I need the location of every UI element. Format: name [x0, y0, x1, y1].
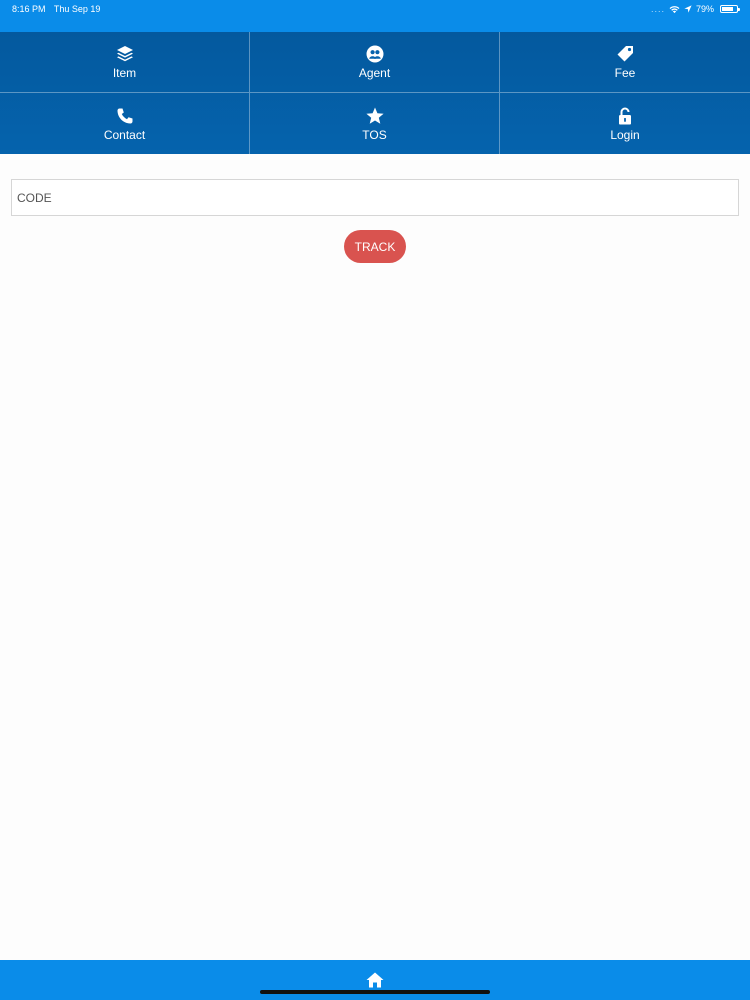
status-right: .... 79%: [650, 4, 740, 14]
nav-item-tos[interactable]: TOS: [250, 93, 500, 154]
home-icon[interactable]: [366, 972, 384, 988]
nav-label: Contact: [103, 127, 146, 142]
track-button[interactable]: TRACK: [344, 230, 406, 263]
agent-icon: [365, 44, 385, 64]
nav-label: TOS: [362, 127, 387, 142]
battery-percentage: 79%: [695, 4, 714, 14]
code-input[interactable]: [11, 179, 739, 216]
nav-grid: Item Agent Fee Contact TOS Login: [0, 32, 750, 154]
star-icon: [365, 106, 385, 126]
nav-label: Login: [610, 127, 640, 142]
nav-label: Fee: [614, 66, 636, 80]
unlock-icon: [615, 106, 635, 126]
nav-label: Item: [112, 66, 137, 80]
nav-item-contact[interactable]: Contact: [0, 93, 250, 154]
layers-icon: [115, 44, 135, 64]
signal-icon: ....: [650, 4, 665, 14]
status-left: 8:16 PM Thu Sep 19: [12, 4, 106, 14]
tag-icon: [615, 44, 635, 64]
nav-item-fee[interactable]: Fee: [500, 32, 750, 93]
nav-item-item[interactable]: Item: [0, 32, 250, 93]
nav-item-login[interactable]: Login: [500, 93, 750, 154]
location-icon: [684, 5, 692, 13]
phone-icon: [115, 106, 135, 126]
status-date: Thu Sep 19: [53, 4, 101, 14]
nav-label: Agent: [358, 66, 391, 80]
battery-icon: [720, 5, 740, 13]
wifi-icon: [669, 5, 680, 13]
status-bar: 8:16 PM Thu Sep 19 .... 79%: [0, 0, 750, 32]
bottom-bar: [0, 960, 750, 1000]
home-indicator[interactable]: [260, 990, 490, 994]
nav-item-agent[interactable]: Agent: [250, 32, 500, 93]
status-time: 8:16 PM: [12, 4, 46, 14]
